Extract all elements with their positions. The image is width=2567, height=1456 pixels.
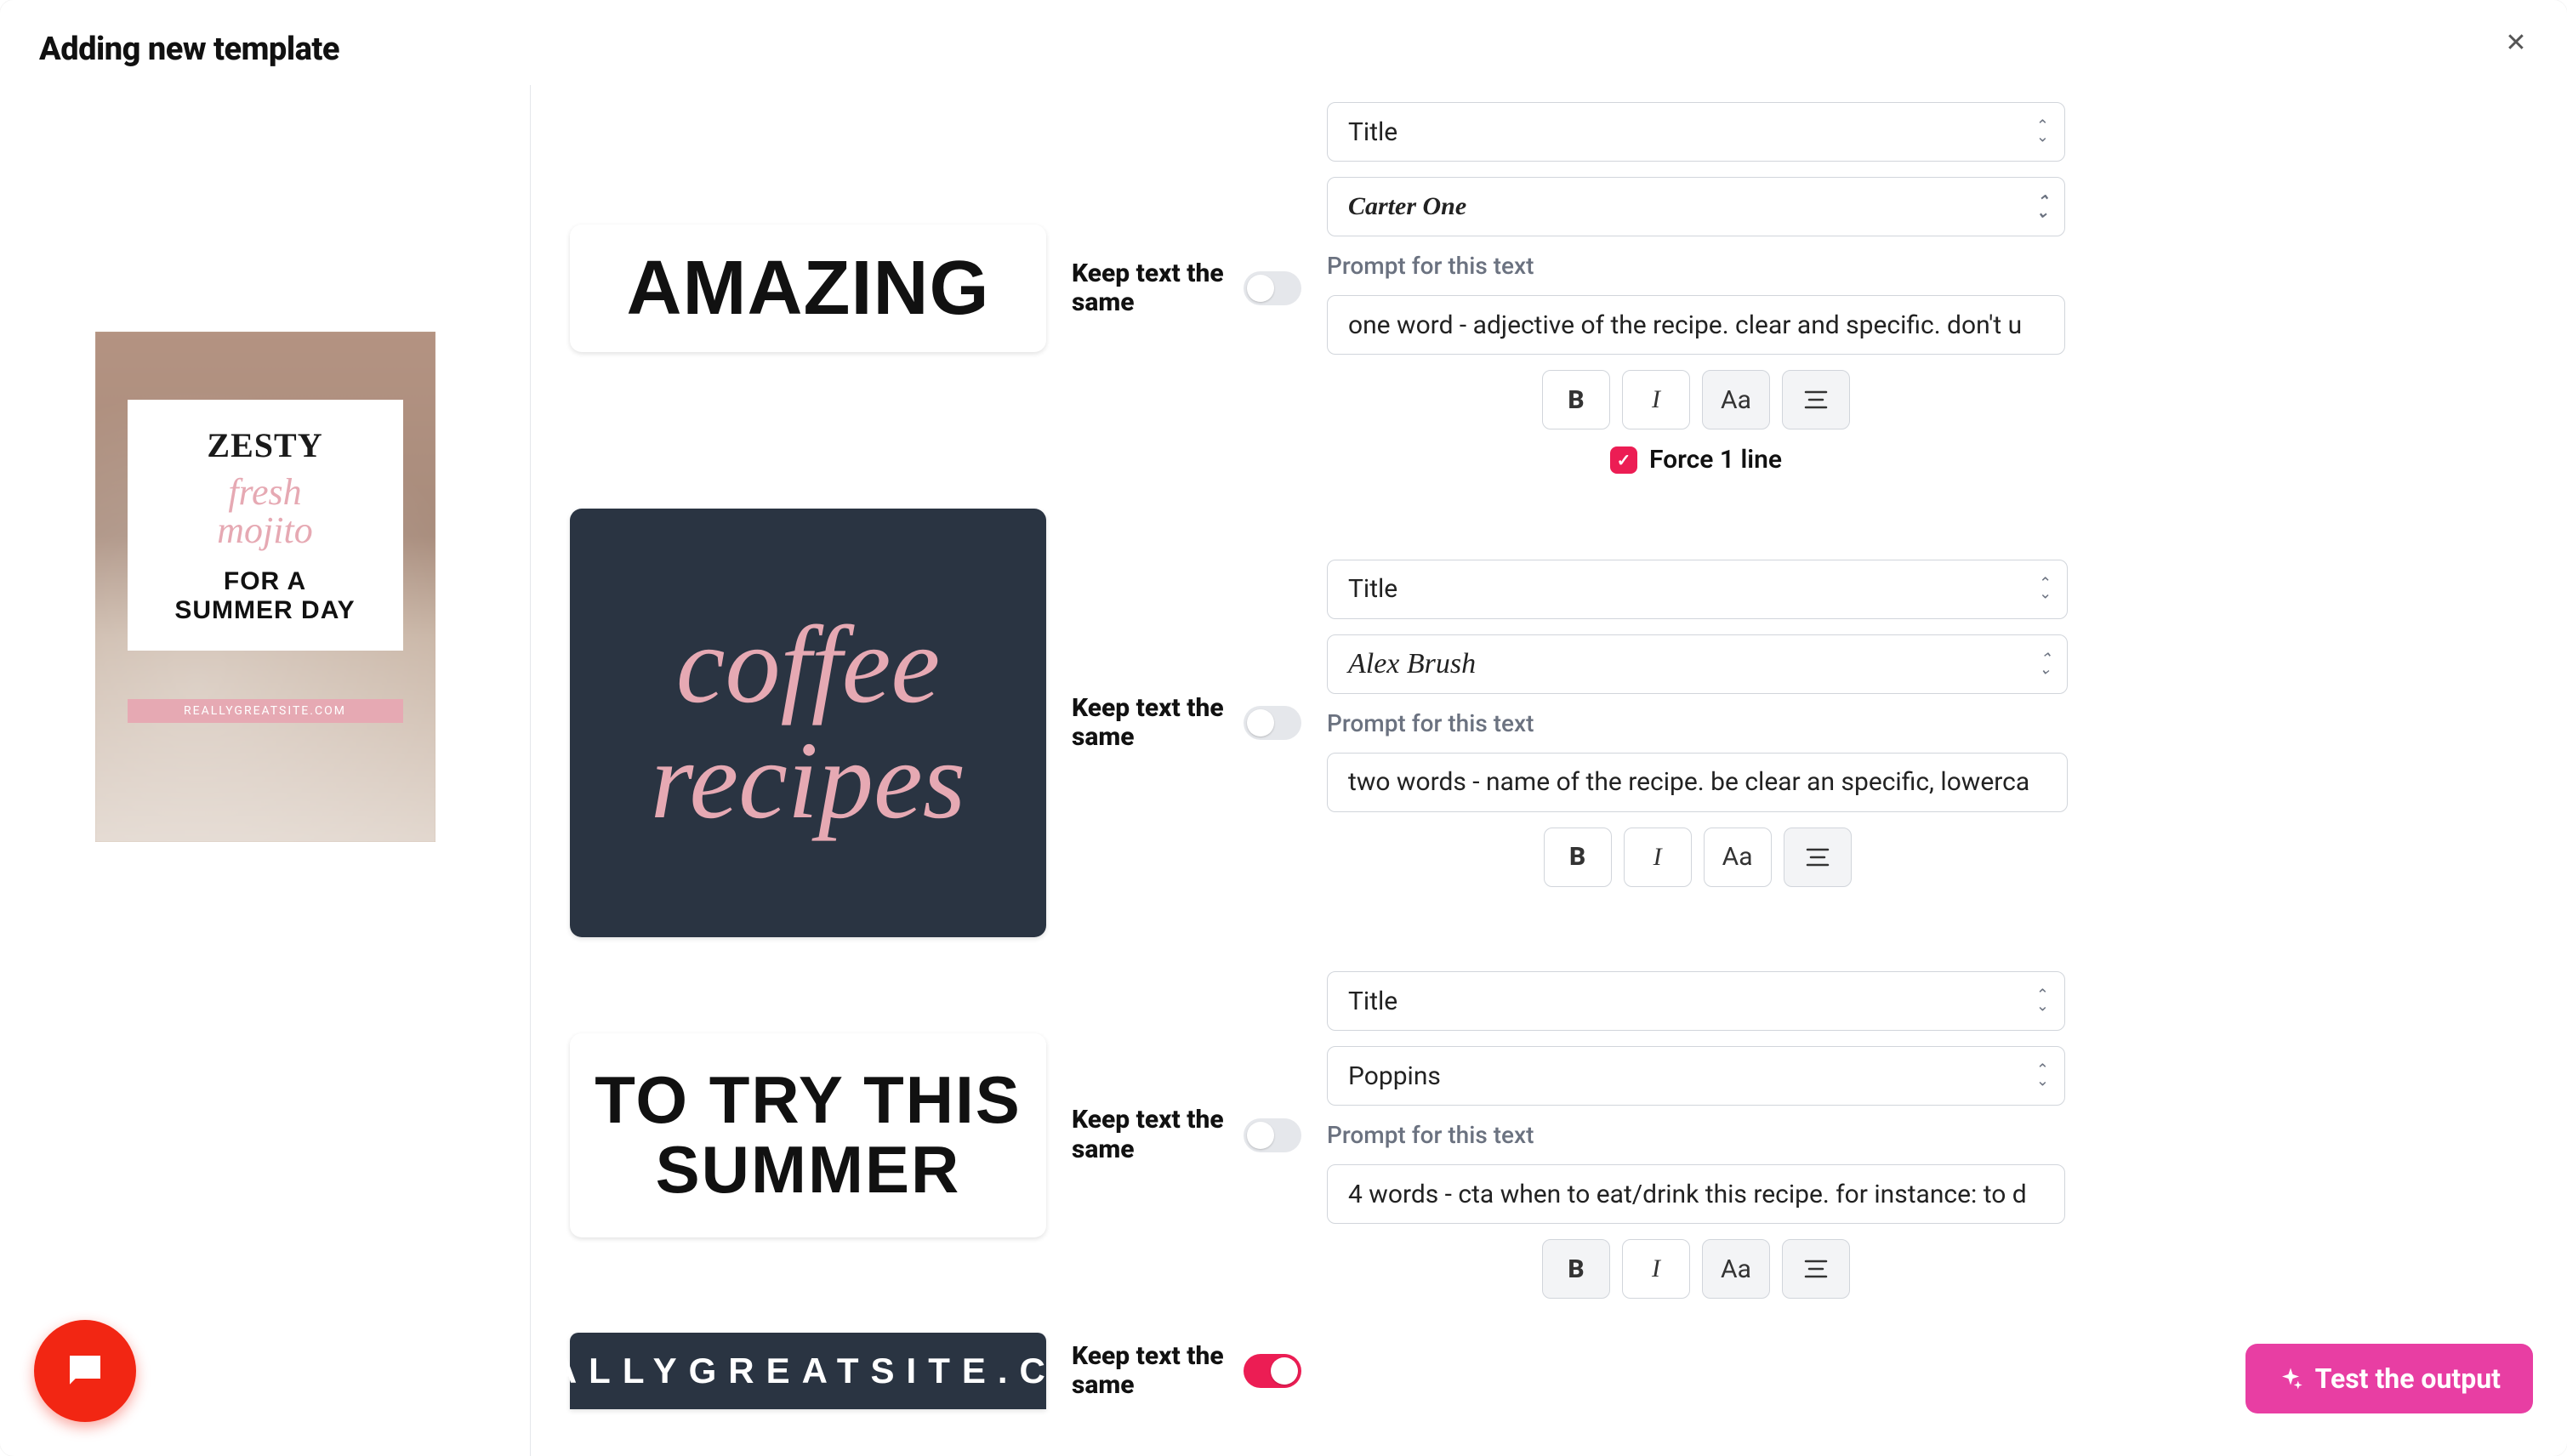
font-select[interactable]: Carter One ⌃⌄	[1327, 177, 2065, 236]
align-center-icon	[1806, 848, 1830, 867]
force-one-line-control: ✓ Force 1 line	[1327, 445, 2065, 475]
keep-text-control: Keep text the same	[1072, 1106, 1301, 1164]
case-button[interactable]: Aa	[1704, 828, 1772, 887]
template-preview: ZESTY fresh mojito FOR A SUMMER DAY REAL…	[95, 332, 435, 842]
role-select[interactable]: Title ⌃⌄	[1327, 560, 2068, 619]
align-button[interactable]	[1782, 1239, 1850, 1299]
prompt-label: Prompt for this text	[1327, 252, 2065, 280]
field-row: REALLYGREATSITE.COM Keep text the same	[570, 1316, 2065, 1426]
test-output-button[interactable]: Test the output	[2245, 1344, 2533, 1413]
italic-button[interactable]: I	[1624, 828, 1692, 887]
force-one-line-label: Force 1 line	[1649, 445, 1782, 475]
font-select-value: Poppins	[1348, 1061, 1441, 1091]
field-inputs: Title ⌃⌄ Carter One ⌃⌄ Prompt for this t…	[1327, 102, 2065, 475]
case-button[interactable]: Aa	[1702, 370, 1770, 429]
field-inputs: Title ⌃⌄ Poppins ⌃⌄ Prompt for this text…	[1327, 971, 2065, 1299]
keep-text-control: Keep text the same	[1072, 694, 1301, 753]
prompt-input[interactable]: 4 words - cta when to eat/drink this rec…	[1327, 1164, 2065, 1224]
text-format-toolbar: B I Aa	[1327, 370, 2065, 429]
bold-button[interactable]: B	[1544, 828, 1612, 887]
field-thumbnail: TO TRY THIS SUMMER	[570, 1033, 1046, 1237]
prompt-input-value: one word - adjective of the recipe. clea…	[1348, 310, 2022, 340]
preview-line-1: ZESTY	[145, 425, 386, 465]
chat-button[interactable]	[34, 1320, 136, 1422]
bold-button[interactable]: B	[1542, 1239, 1610, 1299]
align-button[interactable]	[1782, 370, 1850, 429]
text-format-toolbar: B I Aa	[1327, 828, 2068, 887]
fields-column[interactable]: AMAZING Keep text the same Title ⌃⌄ Cart…	[531, 85, 2567, 1456]
align-center-icon	[1804, 1260, 1828, 1278]
field-inputs: Title ⌃⌄ Alex Brush ⌃⌄ Prompt for this t…	[1327, 560, 2068, 887]
prompt-input-value: 4 words - cta when to eat/drink this rec…	[1348, 1180, 2027, 1209]
modal-header: Adding new template	[0, 0, 2567, 85]
field-thumbnail: REALLYGREATSITE.COM	[570, 1333, 1046, 1409]
preview-line-3: mojito	[145, 509, 386, 552]
test-output-label: Test the output	[2315, 1362, 2501, 1395]
chevron-updown-icon: ⌃⌄	[2036, 990, 2049, 1011]
chevron-updown-icon: ⌃⌄	[2039, 578, 2052, 600]
font-select[interactable]: Poppins ⌃⌄	[1327, 1046, 2065, 1106]
field-row: coffee recipes Keep text the same Title …	[570, 492, 2065, 954]
chevron-updown-icon: ⌃⌄	[2039, 653, 2052, 674]
preview-line-4: FOR A	[145, 567, 386, 596]
keep-text-label: Keep text the same	[1072, 1106, 1232, 1164]
preview-line-2: fresh	[145, 470, 386, 514]
keep-text-toggle[interactable]	[1244, 706, 1301, 740]
font-select-value: Alex Brush	[1348, 648, 1476, 680]
font-select[interactable]: Alex Brush ⌃⌄	[1327, 634, 2068, 694]
prompt-input[interactable]: two words - name of the recipe. be clear…	[1327, 753, 2068, 812]
field-thumbnail: AMAZING	[570, 225, 1046, 352]
keep-text-label: Keep text the same	[1072, 259, 1232, 318]
prompt-input-value: two words - name of the recipe. be clear…	[1348, 767, 2029, 797]
align-center-icon	[1804, 390, 1828, 409]
prompt-label: Prompt for this text	[1327, 709, 2068, 737]
bold-button[interactable]: B	[1542, 370, 1610, 429]
preview-line-5: SUMMER DAY	[145, 596, 386, 625]
prompt-label: Prompt for this text	[1327, 1121, 2065, 1149]
preview-textbox: ZESTY fresh mojito FOR A SUMMER DAY	[128, 400, 403, 651]
preview-column: ZESTY fresh mojito FOR A SUMMER DAY REAL…	[0, 85, 531, 1456]
chevron-updown-icon: ⌃⌄	[2036, 196, 2049, 217]
sparkle-icon	[2278, 1366, 2303, 1391]
field-thumbnail: coffee recipes	[570, 509, 1046, 937]
role-select[interactable]: Title ⌃⌄	[1327, 102, 2065, 162]
keep-text-toggle[interactable]	[1244, 1354, 1301, 1388]
keep-text-control: Keep text the same	[1072, 259, 1301, 318]
role-select-value: Title	[1348, 117, 1397, 147]
italic-button[interactable]: I	[1622, 1239, 1690, 1299]
modal-title: Adding new template	[39, 31, 339, 68]
role-select-value: Title	[1348, 987, 1397, 1016]
close-icon[interactable]: ✕	[2499, 26, 2533, 60]
font-select-value: Carter One	[1348, 192, 1466, 221]
modal-body: ZESTY fresh mojito FOR A SUMMER DAY REAL…	[0, 85, 2567, 1456]
chevron-updown-icon: ⌃⌄	[2036, 121, 2049, 142]
prompt-input[interactable]: one word - adjective of the recipe. clea…	[1327, 295, 2065, 355]
keep-text-toggle[interactable]	[1244, 271, 1301, 305]
field-row: AMAZING Keep text the same Title ⌃⌄ Cart…	[570, 85, 2065, 492]
chat-icon	[62, 1348, 108, 1394]
align-button[interactable]	[1784, 828, 1852, 887]
role-select[interactable]: Title ⌃⌄	[1327, 971, 2065, 1031]
field-row: TO TRY THIS SUMMER Keep text the same Ti…	[570, 954, 2065, 1316]
chevron-updown-icon: ⌃⌄	[2036, 1065, 2049, 1086]
force-one-line-checkbox[interactable]: ✓	[1610, 446, 1637, 474]
italic-button[interactable]: I	[1622, 370, 1690, 429]
preview-linkbar: REALLYGREATSITE.COM	[128, 699, 403, 723]
case-button[interactable]: Aa	[1702, 1239, 1770, 1299]
template-modal: Adding new template ✕ ZESTY fresh mojito…	[0, 0, 2567, 1456]
keep-text-toggle[interactable]	[1244, 1118, 1301, 1152]
keep-text-label: Keep text the same	[1072, 694, 1232, 753]
role-select-value: Title	[1348, 574, 1397, 604]
keep-text-label: Keep text the same	[1072, 1342, 1232, 1401]
keep-text-control: Keep text the same	[1072, 1342, 1301, 1401]
text-format-toolbar: B I Aa	[1327, 1239, 2065, 1299]
